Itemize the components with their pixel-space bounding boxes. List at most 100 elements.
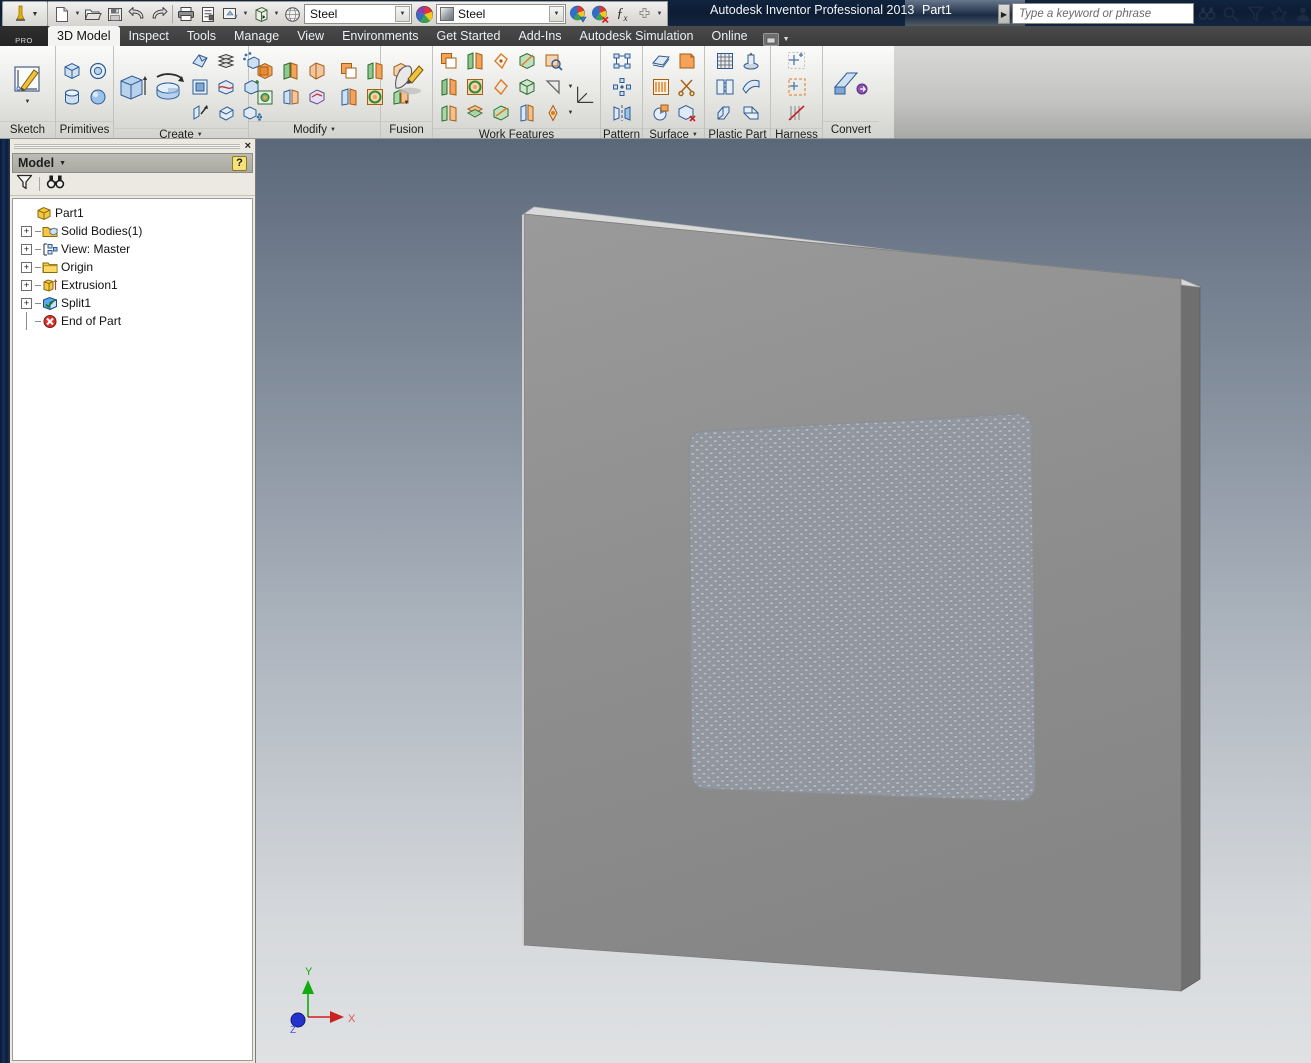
rule-fillet-button[interactable] (738, 100, 764, 126)
sketch-plane-button[interactable] (488, 74, 514, 100)
chevron-down-icon[interactable]: ▼ (197, 132, 203, 138)
chevron-down-icon[interactable]: ▼ (395, 6, 410, 22)
axis-button[interactable] (514, 48, 540, 74)
application-menu-button[interactable]: ▼ (2, 1, 48, 27)
plane2-button[interactable] (462, 48, 488, 74)
material-browser-button[interactable] (413, 3, 435, 25)
sculpt-button[interactable] (648, 100, 674, 126)
draft-button[interactable] (278, 84, 304, 110)
adjust-appearance-button[interactable] (567, 3, 589, 25)
update-dropdown[interactable]: ▼ (241, 11, 250, 17)
plane-offset-button[interactable] (436, 74, 462, 100)
stitch-button[interactable] (648, 74, 674, 100)
rib-button[interactable] (213, 74, 239, 100)
chevron-down-icon[interactable]: ▼ (25, 99, 31, 105)
favorites-button[interactable] (1268, 3, 1290, 24)
rectangular-pattern-button[interactable] (609, 48, 635, 74)
coil-button[interactable] (187, 100, 213, 126)
lip-button[interactable] (738, 74, 764, 100)
expander-plus[interactable]: + (21, 243, 32, 255)
tab-inspect[interactable]: Inspect (120, 26, 178, 46)
qat-overflow-button[interactable]: ▼ (655, 11, 664, 17)
revolve-button[interactable] (150, 67, 186, 107)
expander-plus[interactable]: + (21, 261, 32, 273)
corner-plane-button[interactable] (540, 74, 566, 100)
convert-to-sheet-metal-button[interactable] (827, 48, 875, 119)
tab-environments[interactable]: Environments (333, 26, 427, 46)
tab-tools[interactable]: Tools (178, 26, 225, 46)
model-render[interactable]: Y X Z (256, 139, 1311, 1063)
return-button[interactable] (250, 3, 272, 25)
tab-autodesk-simulation[interactable]: Autodesk Simulation (571, 26, 703, 46)
print-button[interactable] (175, 3, 197, 25)
update-button[interactable] (219, 3, 241, 25)
appearance-browser-button[interactable] (281, 3, 303, 25)
tab-view[interactable]: View (288, 26, 333, 46)
delete-face-surface-button[interactable] (674, 100, 700, 126)
snap-fit-button[interactable] (712, 100, 738, 126)
find-button[interactable] (46, 174, 65, 194)
search-expander[interactable]: ▶ (998, 4, 1010, 24)
chevron-down-icon[interactable]: ▼ (692, 132, 698, 138)
plane-button[interactable] (436, 48, 462, 74)
chevron-down-icon[interactable]: ▼ (330, 127, 336, 133)
panel-label-modify[interactable]: Modify ▼ (249, 121, 380, 138)
thread-button[interactable] (213, 100, 239, 126)
derived-plane-button[interactable] (462, 100, 488, 126)
new-file-button[interactable] (51, 3, 73, 25)
tree-node-part1[interactable]: Part1 (13, 204, 252, 222)
return-dropdown[interactable]: ▼ (272, 11, 281, 17)
tab-3d-model[interactable]: 3D Model (48, 26, 120, 46)
tree-node-extrusion1[interactable]: + Extrusion1 (13, 276, 252, 294)
edit-pin-button[interactable] (784, 74, 810, 100)
save-button[interactable] (104, 3, 126, 25)
rest-button[interactable] (712, 74, 738, 100)
tab-online[interactable]: Online (702, 26, 756, 46)
shell-button[interactable] (252, 84, 278, 110)
fillet-button[interactable] (278, 58, 304, 84)
ribbon-minimize-icon[interactable] (762, 33, 779, 46)
tree-node-solid-bodies[interactable]: + Solid Bodies(1) (13, 222, 252, 240)
account-button[interactable] (1292, 3, 1311, 24)
derive-button[interactable] (187, 74, 213, 100)
ucs-button[interactable] (488, 48, 514, 74)
thicken-surface-button[interactable] (648, 48, 674, 74)
tab-manage[interactable]: Manage (225, 26, 288, 46)
primitive-sphere-button[interactable] (85, 84, 111, 110)
help-icon[interactable]: ? (232, 155, 247, 171)
add-button[interactable] (633, 3, 655, 25)
coordinate-system-button[interactable] (572, 74, 598, 116)
hole-button[interactable] (252, 58, 278, 84)
primitive-cylinder2-button[interactable] (59, 84, 85, 110)
appearance-combo[interactable]: Steel ▼ (436, 4, 566, 24)
chevron-down-icon[interactable]: ▼ (549, 6, 564, 22)
thicken-offset-button[interactable] (304, 84, 330, 110)
new-file-dropdown[interactable]: ▼ (73, 11, 82, 17)
material-combo[interactable]: Steel ▼ (304, 4, 412, 24)
parameters-button[interactable] (197, 3, 219, 25)
expander-plus[interactable]: + (21, 297, 32, 309)
mesh-region[interactable] (676, 404, 1056, 814)
search-input[interactable]: Type a keyword or phrase (1012, 3, 1194, 24)
extrude-button[interactable] (117, 67, 149, 107)
delete-pin-button[interactable] (784, 100, 810, 126)
loft-button[interactable] (213, 48, 239, 74)
create-pin-button[interactable] (784, 48, 810, 74)
expander-plus[interactable]: + (21, 279, 32, 291)
primitive-box-button[interactable] (59, 58, 85, 84)
grounded-plane-button[interactable] (436, 100, 462, 126)
point-dropdown-group[interactable]: ▼ (540, 100, 576, 126)
tab-get-started[interactable]: Get Started (428, 26, 510, 46)
trim-surface-button[interactable] (674, 74, 700, 100)
graphics-viewport[interactable]: Y X Z (256, 139, 1311, 1063)
browser-grip-bar[interactable]: × (10, 139, 255, 153)
delete-face-button[interactable] (336, 84, 362, 110)
grill-button[interactable] (712, 48, 738, 74)
chevron-down-icon[interactable]: ▼ (59, 160, 66, 167)
help-search-button[interactable] (1220, 3, 1242, 24)
chevron-down-icon[interactable]: ▼ (783, 36, 790, 43)
ring-plane-button[interactable] (462, 74, 488, 100)
fx-button[interactable]: ƒx (611, 3, 633, 25)
cube-plane-button[interactable] (514, 74, 540, 100)
chamfer-button[interactable] (304, 58, 330, 84)
